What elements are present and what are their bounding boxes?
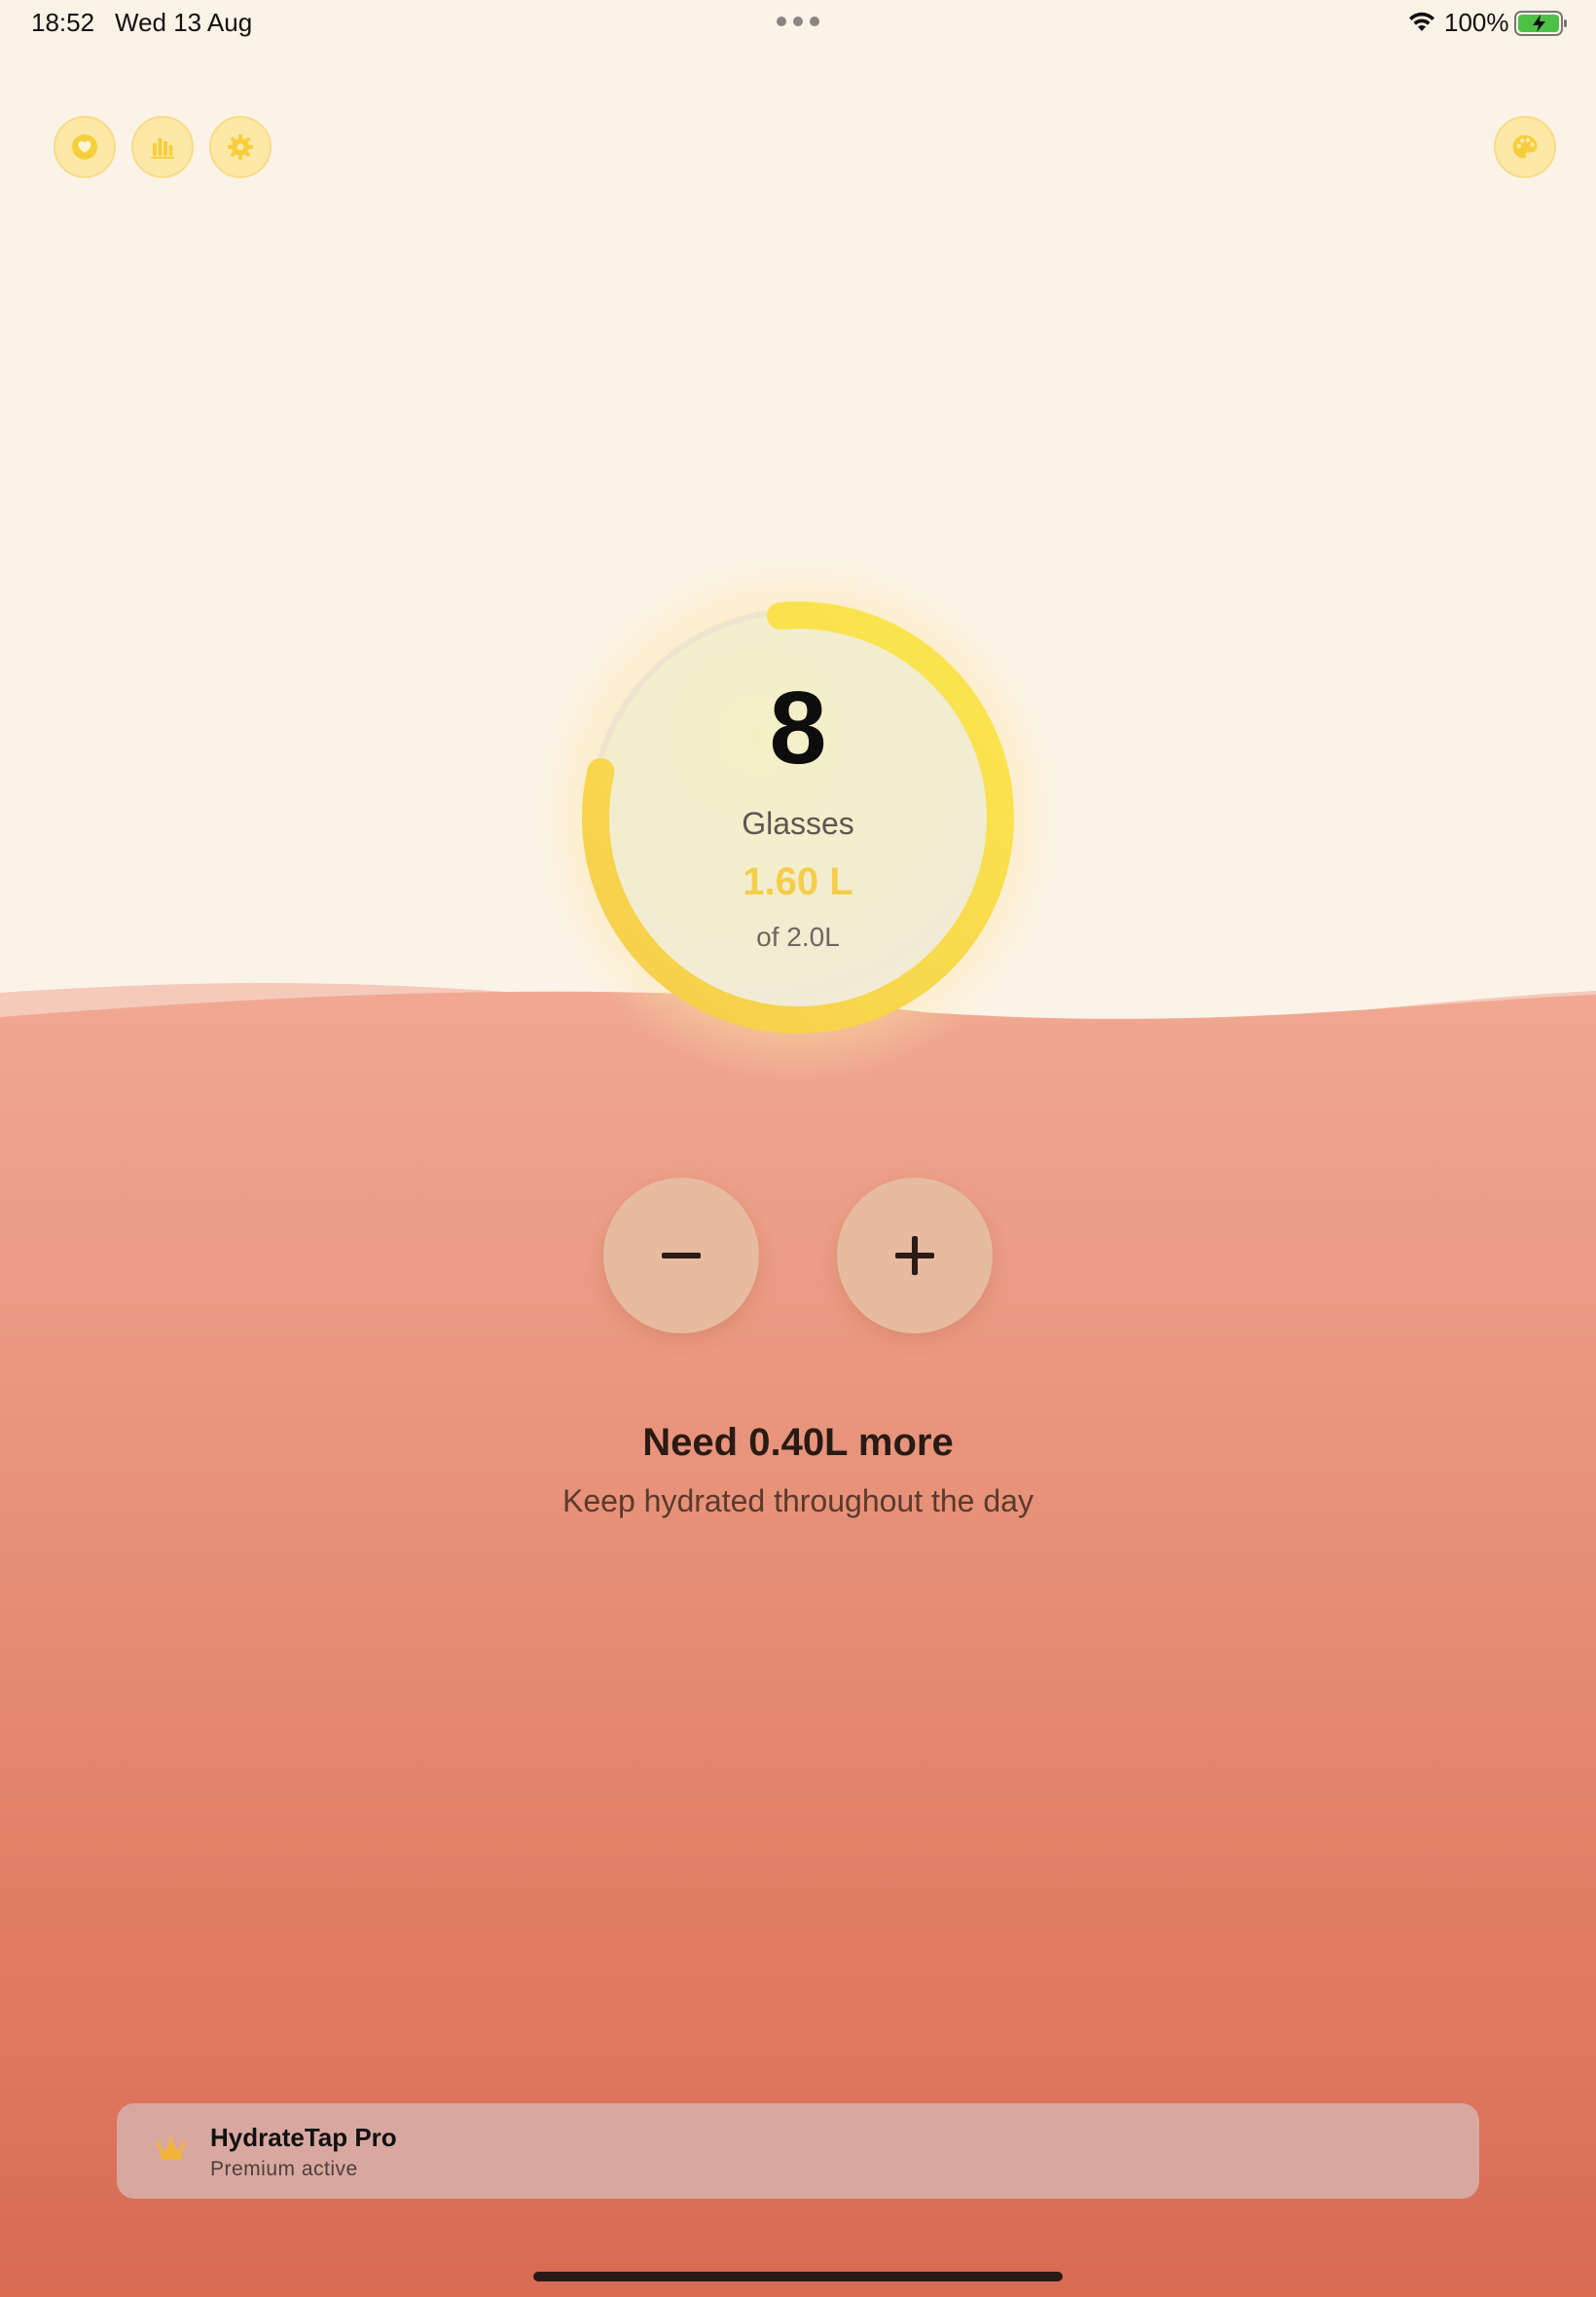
- remove-glass-button[interactable]: [603, 1178, 759, 1333]
- dot: [793, 17, 803, 26]
- liters-consumed: 1.60 L: [743, 860, 853, 903]
- battery-charging-icon: [1514, 11, 1567, 36]
- daily-goal: of 2.0L: [756, 922, 840, 952]
- glasses-count: 8: [769, 671, 827, 785]
- pro-title: HydrateTap Pro: [210, 2123, 397, 2152]
- dot: [777, 17, 786, 26]
- dot: [810, 17, 819, 26]
- water-level-wave: [0, 983, 1596, 2297]
- heart-icon: [72, 134, 97, 160]
- theme-button[interactable]: [1494, 116, 1556, 178]
- favorites-button[interactable]: [54, 116, 116, 178]
- settings-button[interactable]: [209, 116, 272, 178]
- status-time: 18:52: [31, 8, 95, 37]
- status-bar: 18:52 Wed 13 Aug 100%: [0, 0, 1596, 47]
- crown-icon: [156, 2136, 187, 2160]
- wifi-icon: [1409, 12, 1434, 31]
- status-date: Wed 13 Aug: [115, 8, 253, 37]
- add-glass-button[interactable]: [837, 1178, 993, 1333]
- glasses-label: Glasses: [742, 806, 854, 841]
- hydration-hint: Keep hydrated throughout the day: [562, 1483, 1034, 1518]
- stats-bars-icon: [151, 138, 174, 159]
- pro-banner[interactable]: HydrateTap Pro Premium active: [117, 2103, 1479, 2199]
- minus-icon: [662, 1253, 701, 1258]
- gear-icon: [228, 134, 253, 160]
- app-screen: 18:52 Wed 13 Aug 100% 8 Glasses 1.60 L o…: [0, 0, 1596, 2297]
- multitasking-dots[interactable]: [777, 17, 819, 28]
- home-indicator[interactable]: [533, 2272, 1063, 2281]
- battery-percent: 100%: [1444, 8, 1509, 37]
- statistics-button[interactable]: [131, 116, 194, 178]
- plus-icon: [895, 1236, 934, 1275]
- palette-icon: [1512, 135, 1538, 159]
- pro-status: Premium active: [210, 2158, 358, 2180]
- remaining-amount: Need 0.40L more: [642, 1421, 954, 1464]
